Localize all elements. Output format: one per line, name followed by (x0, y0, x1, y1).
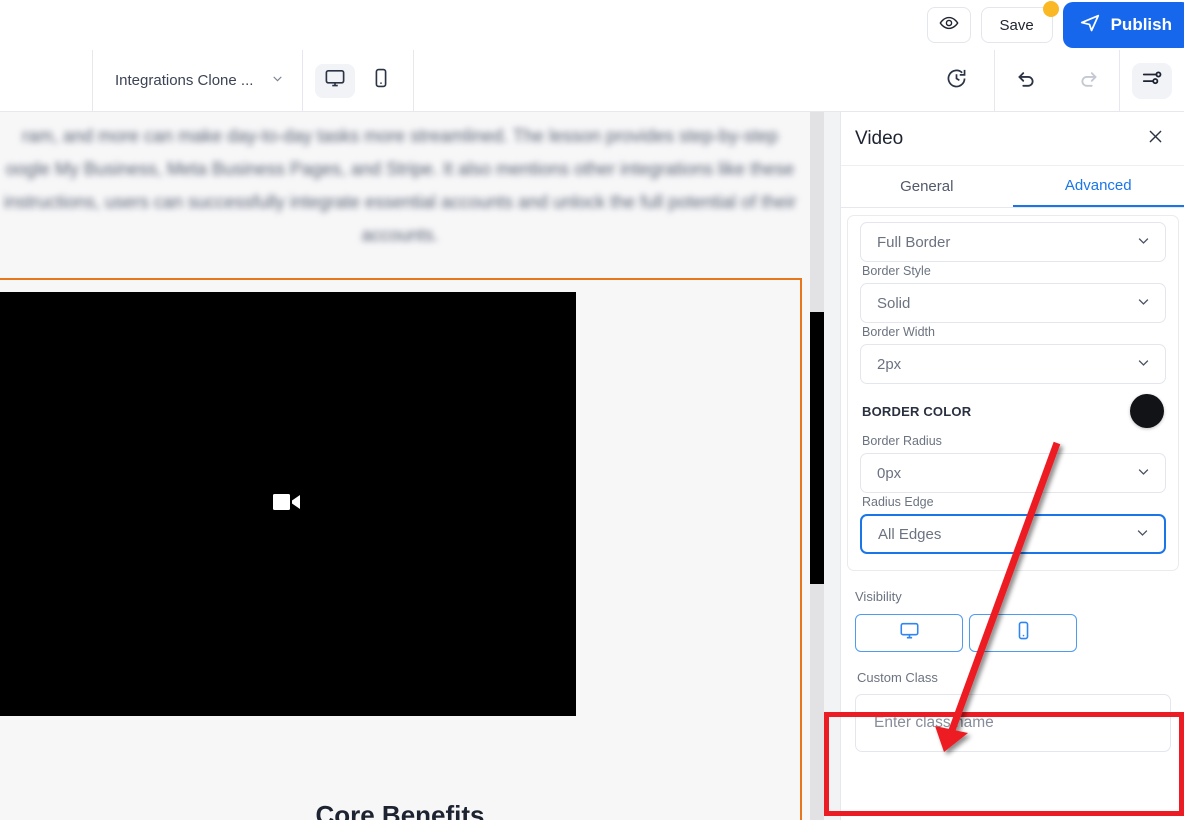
field-border-width: Border Width 2px (860, 325, 1166, 384)
canvas-scrollbar-track[interactable] (810, 112, 824, 820)
field-border-radius: Border Radius 0px (860, 434, 1166, 493)
radius-edge-value: All Edges (878, 525, 942, 543)
border-width-value: 2px (877, 355, 902, 373)
border-radius-select[interactable]: 0px (860, 453, 1166, 493)
chevron-down-icon (1135, 525, 1150, 544)
device-mobile-button[interactable] (361, 64, 401, 98)
tab-general[interactable]: General (841, 166, 1013, 207)
selected-video-element[interactable]: VIDEO (0, 278, 802, 820)
field-radius-edge: Radius Edge All Edges (860, 495, 1166, 554)
top-action-bar: Save Publish (0, 0, 1184, 50)
version-history-button[interactable] (918, 50, 994, 112)
editor-toolbar: Integrations Clone ... (0, 49, 1184, 112)
save-button-label: Save (999, 16, 1034, 34)
page-selector-label: Integrations Clone ... (115, 72, 254, 89)
page-canvas[interactable]: ram, and more can make day-to-day tasks … (0, 112, 810, 820)
border-color-label: BORDER COLOR (862, 403, 972, 419)
video-camera-icon (272, 491, 302, 518)
close-x-icon (1146, 127, 1165, 151)
element-settings-panel: Video General Advanced Full Border Borde… (840, 112, 1184, 820)
panel-scroll-body[interactable]: Full Border Border Style Solid Border Wi… (841, 209, 1184, 820)
page-selector[interactable]: Integrations Clone ... (93, 50, 302, 112)
panel-title: Video (855, 127, 904, 149)
border-style-label: Border Style (862, 264, 931, 278)
visibility-desktop-toggle[interactable] (855, 614, 963, 652)
visibility-options (841, 614, 1184, 652)
redo-arrow-icon (1077, 67, 1100, 95)
canvas-gutter (824, 112, 840, 820)
canvas-paragraph-text: ram, and more can make day-to-day tasks … (3, 126, 797, 245)
device-switcher (303, 63, 413, 98)
desktop-icon (324, 67, 346, 94)
radius-edge-select[interactable]: All Edges (860, 514, 1166, 554)
chevron-down-icon (1136, 233, 1151, 252)
custom-class-label: Custom Class (857, 670, 938, 685)
visibility-label: Visibility (855, 589, 902, 604)
panel-tabs: General Advanced (841, 166, 1184, 208)
chevron-down-icon (271, 72, 284, 89)
canvas-scrollbar-thumb[interactable] (810, 312, 824, 584)
preview-button[interactable] (926, 7, 971, 43)
top-actions-group: Save Publish (926, 1, 1184, 48)
mobile-icon (370, 67, 392, 94)
canvas-section-heading: Core Benefits (0, 800, 800, 820)
redo-button[interactable] (1057, 50, 1119, 112)
video-placeholder[interactable] (0, 292, 576, 716)
border-style-value: Solid (877, 294, 911, 312)
save-button[interactable]: Save (980, 1, 1059, 43)
mobile-icon (1013, 620, 1034, 646)
border-radius-label: Border Radius (862, 434, 942, 448)
visibility-mobile-toggle[interactable] (969, 614, 1077, 652)
sliders-icon-wrap[interactable] (1132, 62, 1172, 99)
panel-settings-button[interactable] (1120, 50, 1184, 112)
chevron-down-icon (1136, 294, 1151, 313)
app-root: Save Publish Integrations Clone ... ram,… (0, 0, 1184, 820)
radius-edge-label: Radius Edge (862, 495, 934, 509)
border-type-value: Full Border (877, 233, 951, 251)
chevron-down-icon (1136, 355, 1151, 374)
history-clock-icon (945, 67, 968, 95)
unsaved-changes-dot (1042, 1, 1059, 17)
border-width-label: Border Width (862, 325, 935, 339)
eye-icon (939, 13, 959, 38)
publish-button[interactable]: Publish (1062, 2, 1184, 48)
border-radius-value: 0px (877, 464, 902, 482)
border-style-select[interactable]: Solid (860, 283, 1166, 323)
undo-button[interactable] (995, 50, 1057, 112)
publish-button-label: Publish (1110, 15, 1172, 34)
chevron-down-icon (1136, 464, 1151, 483)
panel-header: Video (841, 112, 1184, 166)
undo-arrow-icon (1015, 67, 1038, 95)
canvas-paragraph: ram, and more can make day-to-day tasks … (0, 120, 800, 252)
sliders-icon (1141, 67, 1163, 94)
custom-class-placeholder: Enter class name (874, 714, 994, 731)
send-icon (1079, 12, 1101, 39)
panel-close-button[interactable] (1144, 128, 1166, 150)
canvas-section-heading-text: Core Benefits (315, 800, 485, 820)
tab-advanced[interactable]: Advanced (1012, 166, 1184, 207)
border-settings-group: Full Border Border Style Solid Border Wi… (847, 215, 1179, 571)
field-border-style: Border Style Solid (860, 264, 1166, 323)
custom-class-input[interactable]: Enter class name (855, 694, 1171, 752)
toolbar-right-group (918, 49, 1184, 112)
device-desktop-button[interactable] (315, 63, 356, 98)
toolbar-divider-3 (413, 49, 415, 112)
border-type-select[interactable]: Full Border (860, 222, 1166, 262)
field-border-type: Full Border (860, 222, 1166, 262)
desktop-icon (899, 620, 920, 646)
border-width-select[interactable]: 2px (860, 344, 1166, 384)
field-border-color: BORDER COLOR (860, 386, 1166, 434)
border-color-swatch[interactable] (1130, 394, 1164, 428)
